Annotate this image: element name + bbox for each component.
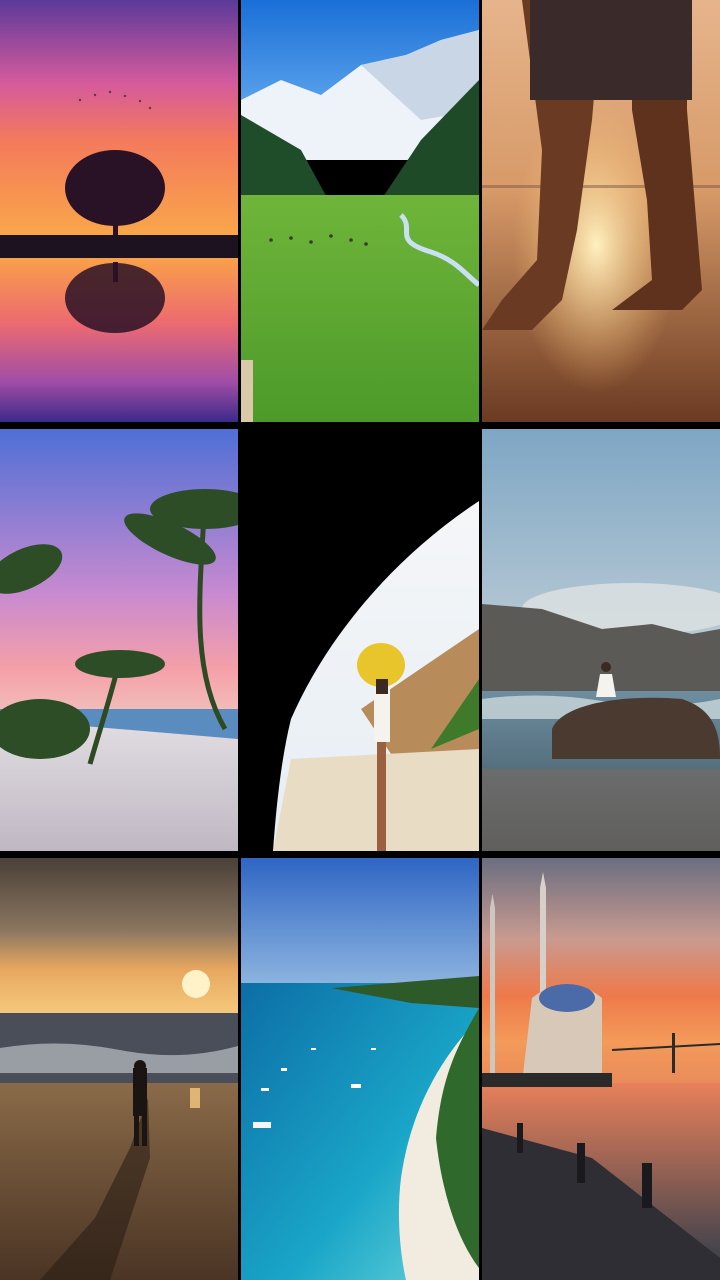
aerial-coast-image [241,858,479,1280]
photo-aerial-coast[interactable] [241,858,479,1280]
photo-mosque-sunset[interactable] [482,858,720,1280]
photo-mountain-valley[interactable] [241,0,479,422]
page-curl-image [241,429,479,851]
photo-feet-beach[interactable] [482,0,720,422]
woman-beach-sunset-image [0,858,238,1280]
feet-beach-image [482,0,720,422]
photo-woman-beach-sunset[interactable] [0,858,238,1280]
tree-sunset-image [0,0,238,422]
photo-grid [0,0,720,1280]
photo-page-curl[interactable] [241,429,479,851]
photo-tree-sunset[interactable] [0,0,238,422]
photo-woman-on-rock[interactable] [482,429,720,851]
woman-on-rock-image [482,429,720,851]
mosque-sunset-image [482,858,720,1280]
photo-palm-beach[interactable] [0,429,238,851]
mountain-valley-image [241,0,479,422]
palm-beach-image [0,429,238,851]
